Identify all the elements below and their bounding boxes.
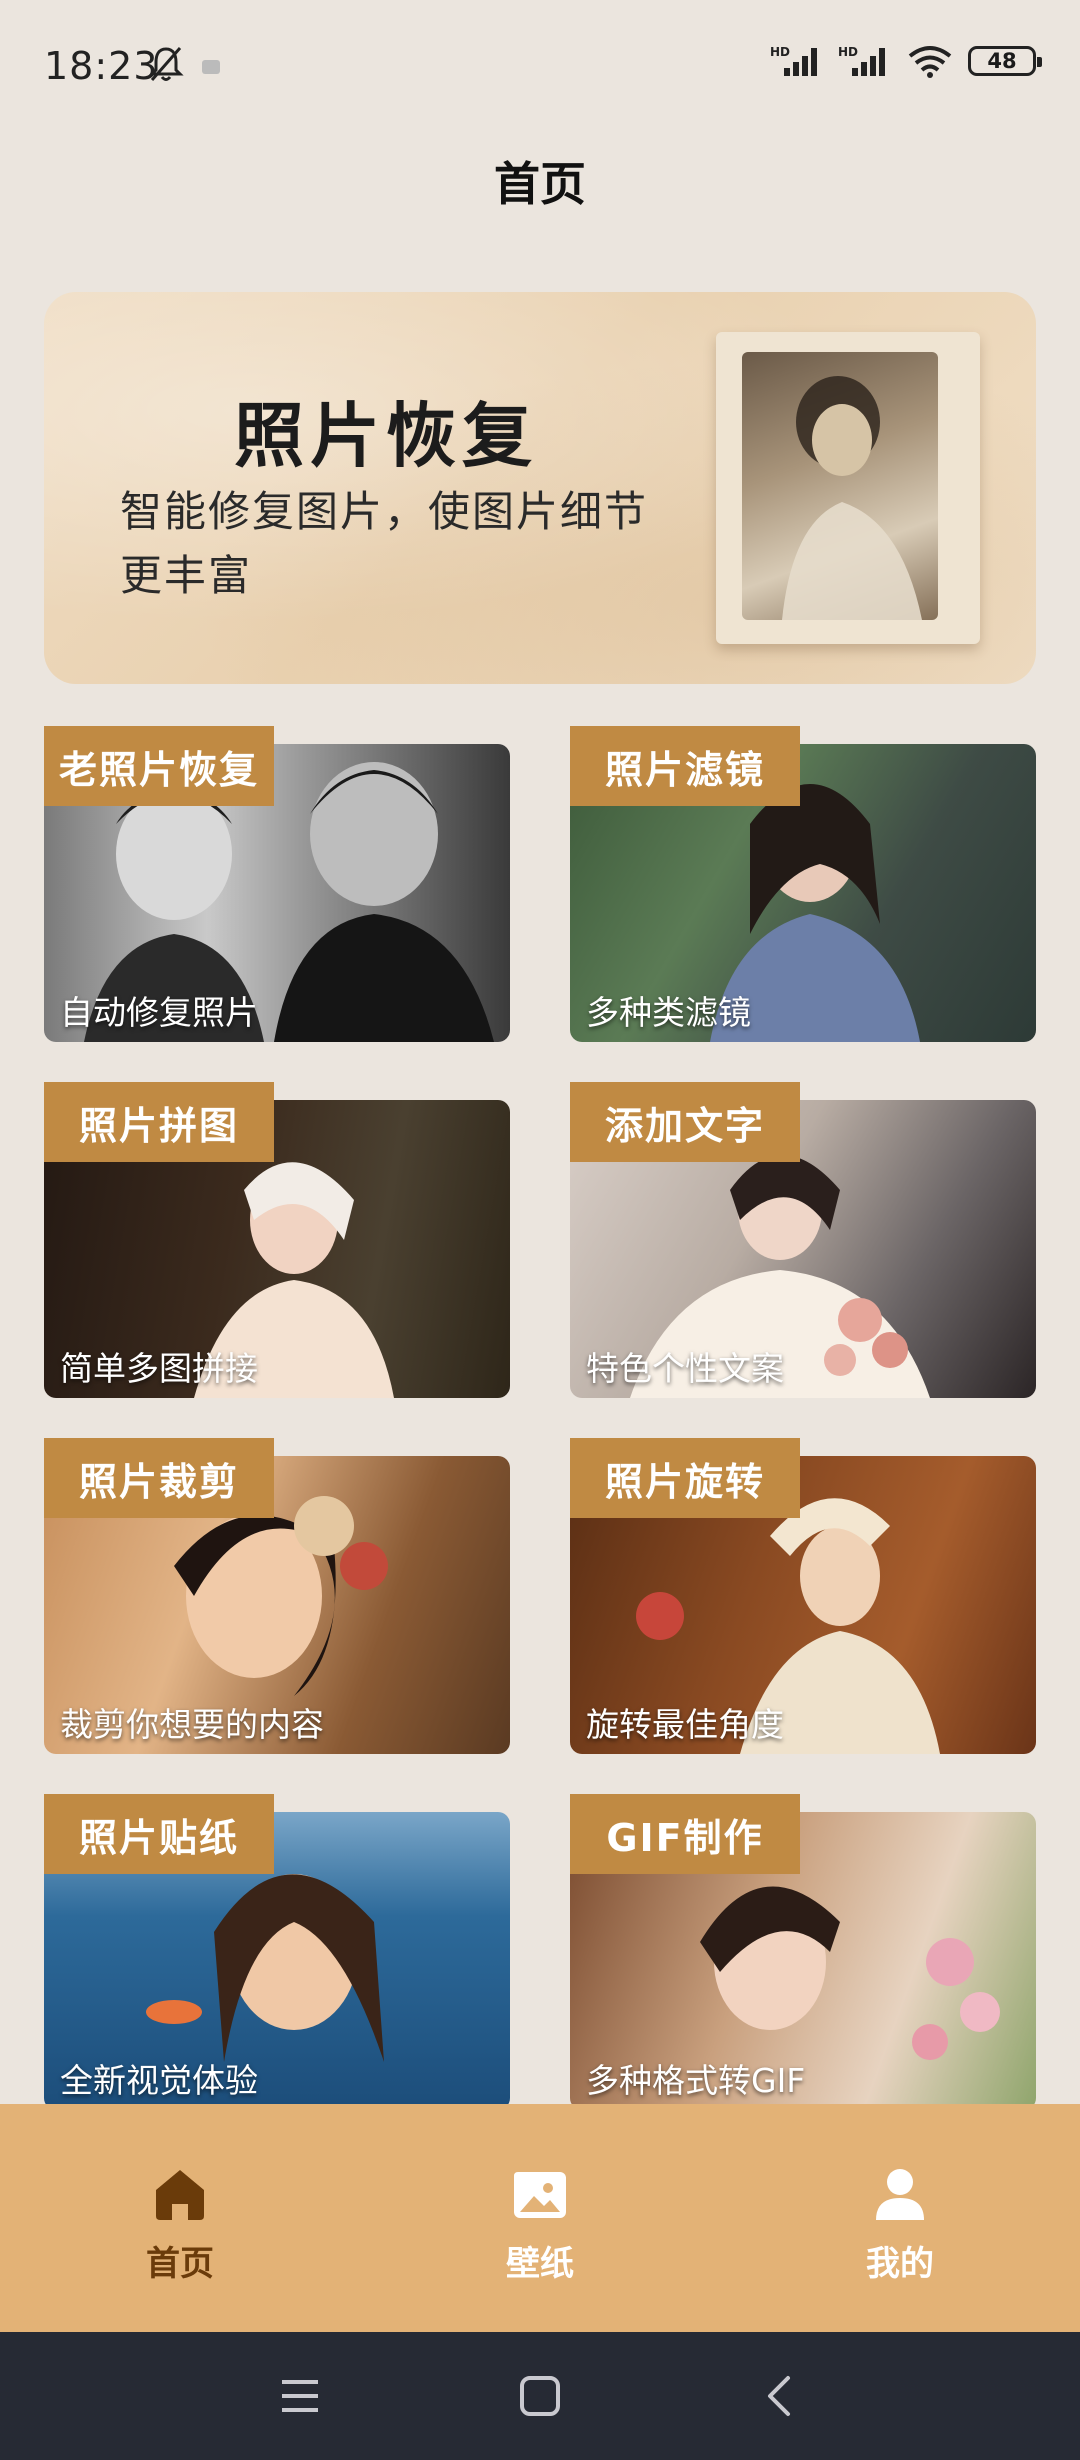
mute-bell-icon — [148, 47, 184, 81]
page-title: 首页 — [494, 157, 586, 211]
nav-item-mine[interactable]: 我的 — [800, 2164, 1000, 2285]
card-tag: 添加文字 — [570, 1082, 800, 1162]
system-nav-bar — [0, 2332, 1080, 2460]
home-icon — [156, 2170, 204, 2220]
cellular-signal-icon: HD — [838, 45, 885, 76]
banner-subtitle: 智能修复图片，使图片细节更丰富 — [120, 487, 649, 600]
app-notification-icon — [202, 60, 220, 74]
card-tag: 老照片恢复 — [44, 726, 274, 806]
feature-card-add-text[interactable]: 添加文字 特色个性文案 — [570, 1082, 1036, 1398]
battery-level: 48 — [987, 49, 1017, 73]
card-caption: 特色个性文案 — [586, 1349, 784, 1388]
signal-label: HD — [838, 45, 858, 59]
photo-restore-banner[interactable]: 照片恢复 智能修复图片，使图片细节更丰富 — [44, 292, 1036, 684]
nav-item-wallpaper[interactable]: 壁纸 — [440, 2164, 640, 2285]
cellular-signal-icon: HD — [770, 45, 817, 76]
card-caption: 简单多图拼接 — [60, 1349, 258, 1388]
card-tag: 照片旋转 — [570, 1438, 800, 1518]
banner-title: 照片恢复 — [234, 395, 538, 477]
feature-card-photo-crop[interactable]: 照片裁剪 裁剪你想要的内容 — [44, 1438, 510, 1754]
status-time: 18:23 — [44, 44, 159, 88]
feature-card-old-photo-restore[interactable]: 老照片恢复 自动修复照片 — [44, 726, 510, 1042]
card-caption: 裁剪你想要的内容 — [60, 1705, 324, 1744]
nav-label: 首页 — [146, 2244, 214, 2284]
card-tag: 照片滤镜 — [570, 726, 800, 806]
feature-card-gif-maker[interactable]: GIF制作 多种格式转GIF — [570, 1794, 1036, 2110]
nav-label: 我的 — [866, 2244, 934, 2284]
feature-card-photo-filter[interactable]: 照片滤镜 多种类滤镜 — [570, 726, 1036, 1042]
user-icon — [876, 2169, 924, 2220]
vintage-photo-frame — [716, 332, 980, 644]
card-caption: 多种格式转GIF — [586, 2061, 806, 2100]
image-icon — [514, 2172, 566, 2218]
vintage-portrait-image — [742, 352, 938, 620]
card-tag: GIF制作 — [570, 1794, 800, 1874]
feature-card-photo-collage[interactable]: 照片拼图 简单多图拼接 — [44, 1082, 510, 1398]
status-bar: 18:23 HD HD 48 — [0, 0, 1080, 135]
card-caption: 全新视觉体验 — [60, 2061, 258, 2100]
card-caption: 自动修复照片 — [60, 993, 258, 1032]
card-tag: 照片裁剪 — [44, 1438, 274, 1518]
back-icon[interactable] — [750, 2366, 810, 2426]
menu-icon[interactable] — [270, 2366, 330, 2426]
card-caption: 多种类滤镜 — [586, 993, 751, 1032]
battery-indicator: 48 — [968, 46, 1042, 76]
card-tag: 照片贴纸 — [44, 1794, 274, 1874]
card-caption: 旋转最佳角度 — [586, 1705, 784, 1744]
home-button-icon[interactable] — [510, 2366, 570, 2426]
bottom-nav: 首页 壁纸 我的 — [0, 2104, 1080, 2332]
nav-label: 壁纸 — [506, 2244, 574, 2284]
feature-card-photo-rotate[interactable]: 照片旋转 旋转最佳角度 — [570, 1438, 1036, 1754]
signal-label: HD — [770, 45, 790, 59]
feature-card-photo-sticker[interactable]: 照片贴纸 全新视觉体验 — [44, 1794, 510, 2110]
card-tag: 照片拼图 — [44, 1082, 274, 1162]
nav-item-home[interactable]: 首页 — [80, 2164, 280, 2285]
wifi-icon — [908, 46, 952, 78]
